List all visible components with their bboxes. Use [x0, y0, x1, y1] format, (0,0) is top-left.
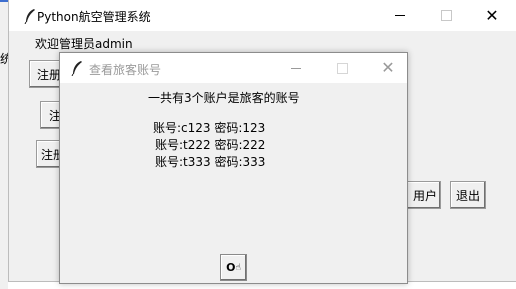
maximize-button[interactable] [423, 0, 469, 31]
exit-button[interactable]: 退出 [450, 181, 486, 209]
maximize-icon [440, 10, 452, 21]
feather-icon [71, 61, 82, 76]
minimize-icon [395, 15, 405, 16]
welcome-label: 欢迎管理员admin [35, 37, 133, 51]
account-count-label: 一共有3个账户是旅客的账号 [148, 91, 300, 105]
passenger-accounts-dialog: 查看旅客账号 ✕ 一共有3个账户是旅客的账号 账号:c123 密码:123 账号… [59, 52, 408, 284]
close-button[interactable]: ✕ [469, 0, 515, 31]
dialog-close-button[interactable]: ✕ [365, 53, 411, 83]
dialog-titlebar[interactable]: 查看旅客账号 ✕ [60, 53, 407, 83]
dialog-minimize-button[interactable] [273, 53, 319, 83]
main-window-title: Python航空管理系统 [37, 10, 151, 24]
minimize-icon [291, 67, 301, 69]
ok-button[interactable]: O ☝ [220, 254, 247, 281]
cursor-icon: ☝ [235, 262, 241, 273]
account-entry: 账号:c123 密码:123 [153, 121, 266, 135]
maximize-icon [336, 62, 348, 74]
dialog-maximize-button[interactable] [319, 53, 365, 83]
account-entry: 账号:t222 密码:222 [155, 138, 266, 152]
dialog-title: 查看旅客账号 [89, 63, 162, 77]
close-icon: ✕ [485, 5, 499, 25]
feather-icon [24, 9, 35, 24]
background-window-edge: 统 [0, 0, 12, 289]
ok-button-label: O [226, 261, 236, 274]
minimize-button[interactable] [377, 0, 423, 31]
close-icon: ✕ [381, 58, 395, 77]
main-titlebar[interactable]: Python航空管理系统 ✕ [9, 0, 516, 31]
background-window-accent [0, 0, 8, 2]
account-entry: 账号:t333 密码:333 [155, 155, 266, 169]
